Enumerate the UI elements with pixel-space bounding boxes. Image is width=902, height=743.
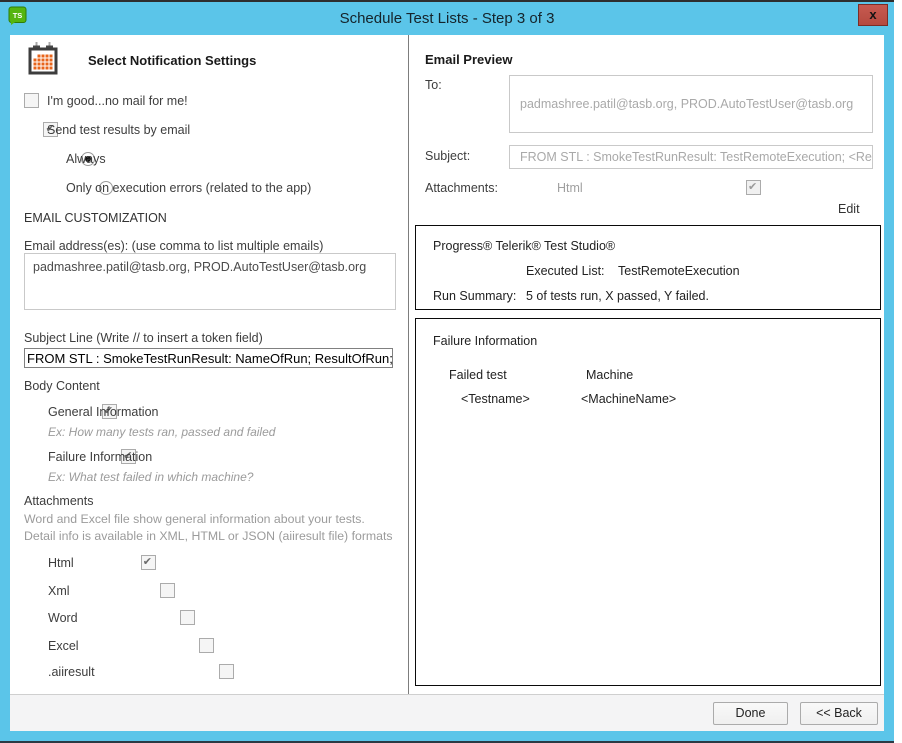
test-studio-icon: TS bbox=[8, 6, 27, 25]
product-name: Progress® Telerik® Test Studio® bbox=[433, 239, 615, 253]
run-summary-value: 5 of tests run, X passed, Y failed. bbox=[526, 289, 709, 303]
machine-column-header: Machine bbox=[586, 368, 633, 382]
format-html-label[interactable]: Html bbox=[48, 556, 74, 571]
svg-text:TS: TS bbox=[13, 11, 23, 20]
done-button[interactable]: Done bbox=[713, 702, 788, 725]
email-addresses-label: Email address(es): (use comma to list mu… bbox=[24, 239, 323, 254]
edit-link[interactable]: Edit bbox=[838, 202, 860, 216]
window-title: Schedule Test Lists - Step 3 of 3 bbox=[340, 10, 555, 27]
format-word-checkbox[interactable] bbox=[180, 610, 195, 625]
send-results-label[interactable]: Send test results by email bbox=[47, 123, 190, 138]
subject-line-input[interactable]: FROM STL : SmokeTestRunResult: NameOfRun… bbox=[24, 348, 393, 368]
subject-line-value: FROM STL : SmokeTestRunResult: NameOfRun… bbox=[27, 351, 393, 366]
format-xml-checkbox[interactable] bbox=[160, 583, 175, 598]
email-addresses-value: padmashree.patil@tasb.org, PROD.AutoTest… bbox=[33, 260, 366, 274]
failure-info-label[interactable]: Failure Information bbox=[48, 450, 152, 465]
to-preview-field: padmashree.patil@tasb.org, PROD.AutoTest… bbox=[509, 75, 873, 133]
executed-list-label: Executed List: bbox=[526, 264, 605, 278]
subject-preview-label: Subject: bbox=[425, 149, 470, 164]
run-summary-label: Run Summary: bbox=[433, 289, 516, 303]
executed-list-value: TestRemoteExecution bbox=[618, 264, 740, 278]
body-content-heading: Body Content bbox=[24, 379, 100, 394]
attachments-description: Word and Excel file show general informa… bbox=[24, 511, 396, 545]
format-word-label[interactable]: Word bbox=[48, 611, 78, 626]
attachments-preview-value: Html bbox=[557, 181, 583, 196]
email-addresses-input[interactable]: padmashree.patil@tasb.org, PROD.AutoTest… bbox=[24, 253, 396, 310]
format-html-checkbox[interactable] bbox=[141, 555, 156, 570]
format-aiiresult-label[interactable]: .aiiresult bbox=[48, 665, 95, 680]
email-customization-heading: EMAIL CUSTOMIZATION bbox=[24, 211, 167, 225]
always-radio-label[interactable]: Always bbox=[66, 152, 106, 167]
format-aiiresult-checkbox[interactable] bbox=[219, 664, 234, 679]
no-mail-checkbox[interactable] bbox=[24, 93, 39, 108]
calendar-icon bbox=[28, 42, 58, 76]
schedule-test-lists-dialog: Schedule Test Lists - Step 3 of 3 TS x S… bbox=[0, 0, 894, 743]
subject-preview-value: FROM STL : SmokeTestRunResult: TestRemot… bbox=[520, 150, 873, 164]
summary-preview-box: Progress® Telerik® Test Studio® Executed… bbox=[415, 225, 881, 310]
window-bottom-edge bbox=[0, 731, 894, 741]
to-label: To: bbox=[425, 78, 442, 93]
no-mail-label[interactable]: I'm good...no mail for me! bbox=[47, 94, 188, 109]
testname-placeholder: <Testname> bbox=[461, 392, 530, 406]
format-excel-checkbox[interactable] bbox=[199, 638, 214, 653]
to-preview-value: padmashree.patil@tasb.org, PROD.AutoTest… bbox=[520, 97, 853, 111]
window-left-edge bbox=[0, 35, 10, 731]
attachments-heading: Attachments bbox=[24, 494, 93, 509]
format-xml-label[interactable]: Xml bbox=[48, 584, 70, 599]
back-button[interactable]: << Back bbox=[800, 702, 878, 725]
subject-preview-field: FROM STL : SmokeTestRunResult: TestRemot… bbox=[509, 145, 873, 169]
close-icon: x bbox=[869, 7, 876, 22]
left-panel-heading: Select Notification Settings bbox=[88, 53, 256, 68]
attachments-preview-label: Attachments: bbox=[425, 181, 498, 196]
general-info-hint: Ex: How many tests ran, passed and faile… bbox=[48, 425, 275, 439]
only-errors-radio-label[interactable]: Only on execution errors (related to the… bbox=[66, 181, 311, 196]
panel-divider bbox=[408, 35, 409, 694]
subject-line-label: Subject Line (Write // to insert a token… bbox=[24, 331, 263, 346]
failure-preview-box: Failure Information Failed test Machine … bbox=[415, 318, 881, 686]
failure-info-hint: Ex: What test failed in which machine? bbox=[48, 470, 253, 484]
window-right-edge bbox=[884, 35, 894, 731]
email-preview-heading: Email Preview bbox=[425, 52, 512, 67]
machinename-placeholder: <MachineName> bbox=[581, 392, 676, 406]
failed-test-column-header: Failed test bbox=[449, 368, 507, 382]
title-bar[interactable]: Schedule Test Lists - Step 3 of 3 bbox=[0, 2, 894, 35]
failure-box-heading: Failure Information bbox=[433, 334, 537, 348]
general-info-label[interactable]: General Information bbox=[48, 405, 158, 420]
attachments-preview-checkbox bbox=[746, 180, 761, 195]
format-excel-label[interactable]: Excel bbox=[48, 639, 79, 654]
close-button[interactable]: x bbox=[858, 4, 888, 26]
